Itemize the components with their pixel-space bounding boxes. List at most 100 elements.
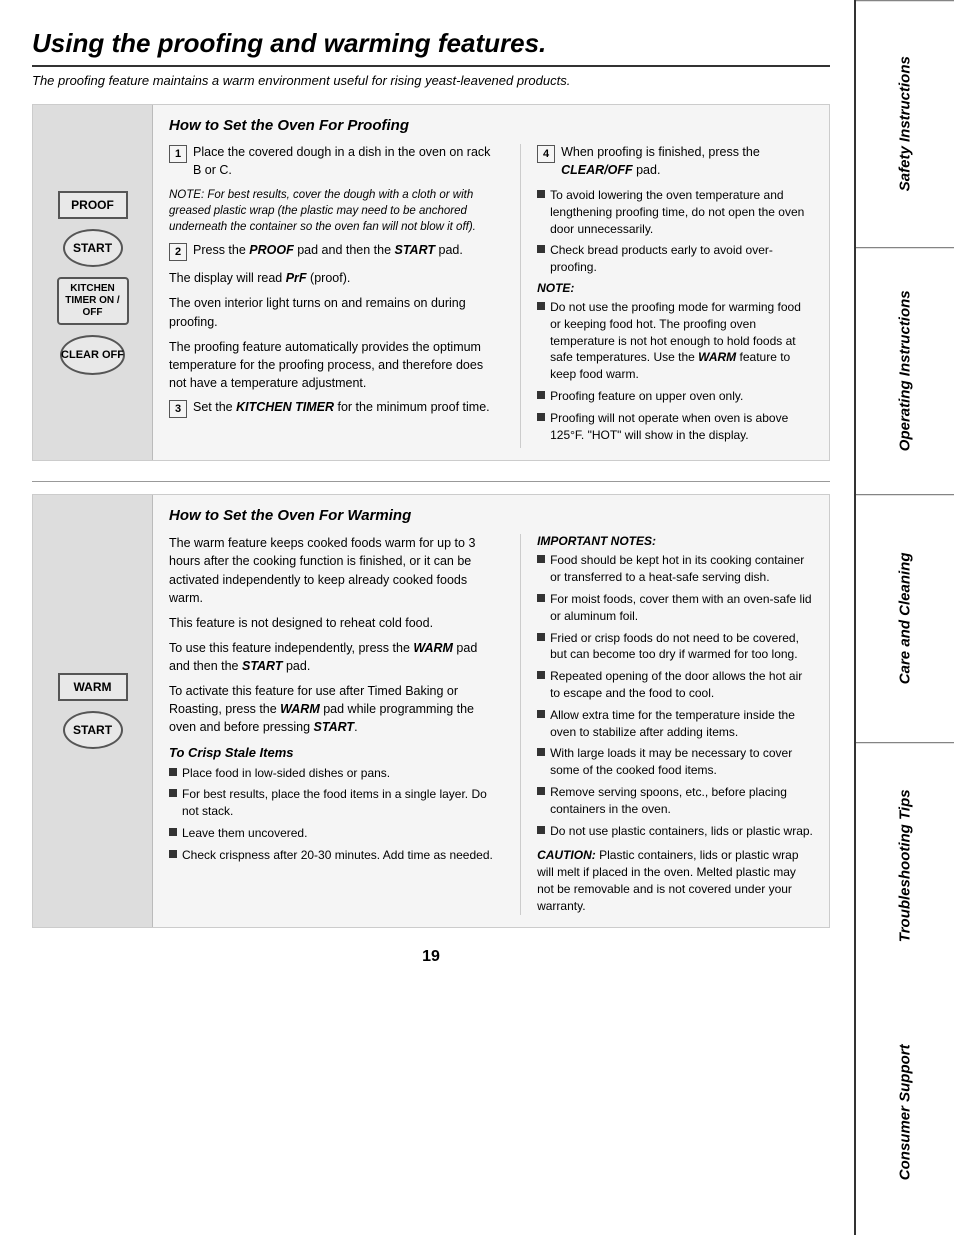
page-title: Using the proofing and warming features. [32, 28, 830, 67]
clear-off-button[interactable]: CLEAR OFF [60, 335, 125, 375]
start-button-proof[interactable]: START [63, 229, 123, 267]
display-text: The display will read PrF (proof). [169, 269, 500, 287]
clear-label: CLEAR OFF [61, 349, 124, 361]
note-bullet-text-1: Do not use the proofing mode for warming… [550, 299, 813, 383]
note-bullet-1: Do not use the proofing mode for warming… [537, 299, 813, 383]
proofing-title: How to Set the Oven For Proofing [169, 117, 813, 134]
proofing-right-col: 4 When proofing is finished, press the C… [520, 144, 813, 448]
warming-use2: To activate this feature for use after T… [169, 682, 500, 736]
proofing-bullet-2: Check bread products early to avoid over… [537, 242, 813, 276]
bullet-icon-2 [537, 245, 545, 253]
step-1-num: 1 [169, 145, 187, 163]
important-bullet-icon-7 [537, 787, 545, 795]
step-3-num: 3 [169, 400, 187, 418]
crisp-bullet-text-3: Leave them uncovered. [182, 825, 307, 842]
warm-use1-bold: WARM [413, 641, 453, 655]
proofing-content: How to Set the Oven For Proofing 1 Place… [153, 105, 829, 460]
proofing-step-4: 4 When proofing is finished, press the C… [537, 144, 813, 179]
section-divider [32, 481, 830, 482]
crisp-bullet-icon-1 [169, 768, 177, 776]
proofing-left-col: 1 Place the covered dough in a dish in t… [169, 144, 500, 448]
proofing-step-3: 3 Set the KITCHEN TIMER for the minimum … [169, 399, 500, 418]
crisp-bullet-icon-4 [169, 850, 177, 858]
step-3-text: Set the KITCHEN TIMER for the minimum pr… [193, 399, 490, 417]
sidebar-care: Care and Cleaning [856, 494, 954, 741]
important-notes-label: IMPORTANT NOTES: [537, 534, 813, 548]
clear-off-bold: CLEAR/OFF [561, 163, 633, 177]
important-bullet-icon-5 [537, 710, 545, 718]
step-2-text: Press the PROOF pad and then the START p… [193, 242, 463, 260]
sidebar-safety: Safety Instructions [856, 0, 954, 247]
start-bold: START [395, 243, 436, 257]
warming-use1: To use this feature independently, press… [169, 639, 500, 675]
note-bullet-text-2: Proofing feature on upper oven only. [550, 388, 743, 405]
warming-important-2: For moist foods, cover them with an oven… [537, 591, 813, 625]
warming-button-panel: WARM START [33, 495, 153, 926]
start-use1-bold: START [242, 659, 283, 673]
step-4-num: 4 [537, 145, 555, 163]
proofing-bullet-1: To avoid lowering the oven temperature a… [537, 187, 813, 237]
crisp-bullet-2: For best results, place the food items i… [169, 786, 500, 820]
proofing-bullet-text-1: To avoid lowering the oven temperature a… [550, 187, 813, 237]
proofing-step-1: 1 Place the covered dough in a dish in t… [169, 144, 500, 179]
crisp-bullet-text-4: Check crispness after 20-30 minutes. Add… [182, 847, 493, 864]
bullet-icon-1 [537, 190, 545, 198]
important-bullet-icon-4 [537, 671, 545, 679]
warming-right-col: IMPORTANT NOTES: Food should be kept hot… [520, 534, 813, 914]
note-bullet-icon-2 [537, 391, 545, 399]
caution-label: CAUTION: [537, 848, 599, 862]
warming-left-col: The warm feature keeps cooked foods warm… [169, 534, 500, 914]
note-bullet-icon-3 [537, 413, 545, 421]
proof-button[interactable]: PROOF [58, 191, 128, 219]
important-bullet-icon-6 [537, 748, 545, 756]
crisp-title: To Crisp Stale Items [169, 745, 500, 760]
right-sidebar: Safety Instructions Operating Instructio… [854, 0, 954, 1235]
step-1-text: Place the covered dough in a dish in the… [193, 144, 500, 179]
proofing-section: PROOF START KITCHEN TIMER ON / OFF CLEAR… [32, 104, 830, 461]
proofing-note: NOTE: For best results, cover the dough … [169, 187, 500, 235]
important-bullet-icon-3 [537, 633, 545, 641]
sidebar-consumer: Consumer Support [856, 989, 954, 1235]
important-bullet-text-3: Fried or crisp foods do not need to be c… [550, 630, 813, 664]
proofing-two-col: 1 Place the covered dough in a dish in t… [169, 144, 813, 448]
important-bullet-text-5: Allow extra time for the temperature ins… [550, 707, 813, 741]
warming-important-6: With large loads it may be necessary to … [537, 745, 813, 779]
warming-important-5: Allow extra time for the temperature ins… [537, 707, 813, 741]
warm-bold: WARM [698, 350, 736, 364]
proofing-bullet-text-2: Check bread products early to avoid over… [550, 242, 813, 276]
warm-button[interactable]: WARM [58, 673, 128, 701]
sidebar-operating: Operating Instructions [856, 247, 954, 494]
important-bullet-text-4: Repeated opening of the door allows the … [550, 668, 813, 702]
start-button-warm[interactable]: START [63, 711, 123, 749]
note-bullet-2: Proofing feature on upper oven only. [537, 388, 813, 405]
sidebar-troubleshooting: Troubleshooting Tips [856, 742, 954, 989]
important-bullet-icon-1 [537, 555, 545, 563]
crisp-bullet-4: Check crispness after 20-30 minutes. Add… [169, 847, 500, 864]
warming-important-8: Do not use plastic containers, lids or p… [537, 823, 813, 840]
important-bullet-text-1: Food should be kept hot in its cooking c… [550, 552, 813, 586]
warming-important-1: Food should be kept hot in its cooking c… [537, 552, 813, 586]
warming-intro2: This feature is not designed to reheat c… [169, 614, 500, 632]
note-bullet-icon-1 [537, 302, 545, 310]
warming-two-col: The warm feature keeps cooked foods warm… [169, 534, 813, 914]
warming-intro1: The warm feature keeps cooked foods warm… [169, 534, 500, 607]
crisp-bullet-icon-2 [169, 789, 177, 797]
warming-important-4: Repeated opening of the door allows the … [537, 668, 813, 702]
warming-important-7: Remove serving spoons, etc., before plac… [537, 784, 813, 818]
kitchen-timer-button[interactable]: KITCHEN TIMER ON / OFF [57, 277, 129, 325]
crisp-bullet-text-1: Place food in low-sided dishes or pans. [182, 765, 390, 782]
important-bullet-text-8: Do not use plastic containers, lids or p… [550, 823, 813, 840]
crisp-bullet-icon-3 [169, 828, 177, 836]
crisp-bullet-text-2: For best results, place the food items i… [182, 786, 500, 820]
important-bullet-text-7: Remove serving spoons, etc., before plac… [550, 784, 813, 818]
note-label: NOTE: [537, 281, 813, 295]
note-bullet-3: Proofing will not operate when oven is a… [537, 410, 813, 444]
warm-use2-bold: WARM [280, 702, 320, 716]
warming-content: How to Set the Oven For Warming The warm… [153, 495, 829, 926]
proofing-step-2: 2 Press the PROOF pad and then the START… [169, 242, 500, 261]
subtitle: The proofing feature maintains a warm en… [32, 73, 830, 88]
kitchen-timer-bold: KITCHEN TIMER [236, 400, 334, 414]
main-content: Using the proofing and warming features.… [0, 0, 854, 1235]
important-bullet-icon-2 [537, 594, 545, 602]
important-bullet-icon-8 [537, 826, 545, 834]
